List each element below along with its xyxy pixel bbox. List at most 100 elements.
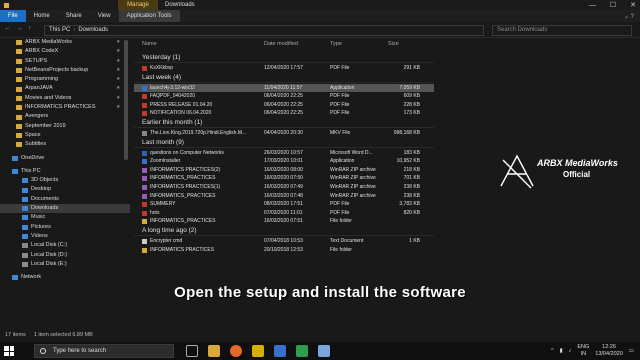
quick-access-toolbar[interactable] xyxy=(0,0,26,10)
file-row[interactable]: NOTIFICATION 06.04.2020 06/04/2020 22:25 P… xyxy=(134,109,434,118)
file-row[interactable]: KsXKkbvp 12/04/2020 17:57 PDF File 291 KB xyxy=(134,64,434,73)
sidebar-item-pc[interactable]: Local Disk (C:) xyxy=(0,241,130,250)
file-row[interactable]: INFORMATICS_PRACTICES 16/03/2020 07:50 Win… xyxy=(134,174,434,183)
network-icon[interactable]: ▮ xyxy=(560,348,563,354)
tab-application-tools[interactable]: Application Tools xyxy=(118,10,180,22)
store-icon[interactable] xyxy=(296,345,308,357)
sidebar-item-pc[interactable]: Local Disk (D:) xyxy=(0,251,130,260)
sidebar-item-pc[interactable]: Music xyxy=(0,213,130,222)
address-bar[interactable]: This PC › Downloads xyxy=(44,25,484,36)
file-row[interactable]: questions on Computer Networks 26/03/2020… xyxy=(134,149,434,158)
file-row[interactable]: INFORMATICS PRACTICES(1) 16/03/2020 07:49… xyxy=(134,183,434,192)
file-row[interactable]: PRESS RELEASE 01.04.20 06/04/2020 22:25 PD… xyxy=(134,101,434,110)
file-type: WinRAR ZIP archive xyxy=(330,183,376,190)
file-name: hots xyxy=(150,209,160,216)
sidebar-item[interactable]: Avengers xyxy=(0,112,130,121)
sidebar-item[interactable]: INFORMATICS PRACTICES ★ xyxy=(0,103,130,112)
back-arrow-icon[interactable]: ← xyxy=(4,25,11,32)
language-indicator[interactable]: ENG IN xyxy=(577,344,589,358)
file-row[interactable]: FAQPDF_04042020 06/04/2020 22:25 PDF File 6… xyxy=(134,92,434,101)
file-date: 06/04/2020 22:25 xyxy=(264,93,303,100)
sidebar-item[interactable]: September 2019 xyxy=(0,122,130,131)
file-row[interactable]: launch4j-3.12-win32 11/04/2020 11:57 Appli… xyxy=(134,83,434,93)
txt-file-icon xyxy=(142,238,147,244)
volume-icon[interactable]: ♪ xyxy=(569,348,572,354)
sidebar-item-onedrive[interactable]: OneDrive xyxy=(0,154,130,163)
up-arrow-icon[interactable]: ↑ xyxy=(28,25,32,32)
group-header[interactable]: Yesterday (1) xyxy=(134,53,434,63)
tab-view[interactable]: View xyxy=(90,10,119,22)
task-view-icon[interactable] xyxy=(186,345,198,357)
file-row[interactable]: INFORMATICS_PRACTICES 16/03/2020 07:51 Fil… xyxy=(134,217,434,226)
sidebar-item[interactable]: ArpanJAVA ★ xyxy=(0,84,130,93)
sidebar-item[interactable]: ARBX CodeX ★ xyxy=(0,47,130,56)
file-name: Encrypter cmd xyxy=(150,237,183,244)
pin-icon: ★ xyxy=(116,85,121,92)
sidebar-item[interactable]: ARBX MediaWorks ★ xyxy=(0,38,130,47)
sidebar-item-label: Music xyxy=(31,214,46,221)
column-size[interactable]: Size xyxy=(388,41,399,47)
file-explorer-icon[interactable] xyxy=(208,345,220,357)
file-name: ZoomInstaller xyxy=(150,158,181,165)
breadcrumb-downloads[interactable]: Downloads xyxy=(78,27,108,33)
file-type: PDF File xyxy=(330,209,350,216)
group-header[interactable]: Last month (9) xyxy=(134,138,434,148)
tab-home[interactable]: Home xyxy=(26,10,58,22)
zip-file-icon xyxy=(142,193,147,199)
sidebar-item-pc[interactable]: Pictures xyxy=(0,223,130,232)
search-input[interactable]: Search Downloads xyxy=(492,25,632,36)
sidebar-item[interactable]: Programming ★ xyxy=(0,75,130,84)
breadcrumb-this-pc[interactable]: This PC xyxy=(49,27,70,33)
sidebar-item-pc[interactable]: Local Disk (E:) xyxy=(0,260,130,269)
sidebar-item-label: ARBX CodeX xyxy=(25,48,59,55)
clock[interactable]: 12:26 13/04/2020 xyxy=(595,344,623,358)
group-header[interactable]: Last week (4) xyxy=(134,73,434,83)
firefox-icon[interactable] xyxy=(230,345,242,357)
mail-icon[interactable] xyxy=(274,345,286,357)
close-button[interactable]: ✕ xyxy=(630,1,636,9)
minimize-button[interactable]: — xyxy=(589,2,596,9)
sidebar-item[interactable]: Subtitles xyxy=(0,140,130,149)
group-header[interactable]: Earlier this month (1) xyxy=(134,118,434,128)
sidebar-item-pc[interactable]: Videos xyxy=(0,232,130,241)
sidebar-item-this-pc[interactable]: This PC xyxy=(0,167,130,176)
file-row[interactable]: The.Lion.King.2019.720p.Hindi.English.M.… xyxy=(134,129,434,138)
sidebar-item-pc[interactable]: 3D Objects xyxy=(0,176,130,185)
installer-icon[interactable] xyxy=(318,345,330,357)
sidebar-item-pc[interactable]: Downloads xyxy=(0,204,130,214)
sidebar-scrollbar[interactable] xyxy=(124,40,128,160)
start-button[interactable] xyxy=(4,346,14,356)
sidebar-item-pc[interactable]: Documents xyxy=(0,195,130,204)
file-row[interactable]: INFORMATICS_PRACTICES 16/03/2020 07:48 Win… xyxy=(134,192,434,201)
notifications-icon[interactable]: ▭ xyxy=(629,348,634,354)
column-name[interactable]: Name xyxy=(142,41,157,47)
maximize-button[interactable]: ☐ xyxy=(610,1,616,9)
file-size: 183 KB xyxy=(403,149,420,156)
group-header[interactable]: A long time ago (2) xyxy=(134,226,434,236)
sidebar-item-pc[interactable]: Desktop xyxy=(0,185,130,194)
chevron-up-icon[interactable]: ^ xyxy=(551,348,554,354)
column-type[interactable]: Type xyxy=(330,41,342,47)
column-date-modified[interactable]: Date modified xyxy=(264,41,298,47)
ribbon-expand-help[interactable]: ⌄ ? xyxy=(624,13,640,20)
file-row[interactable]: SUMMERY 08/03/2020 17:51 PDF File 3,783 KB xyxy=(134,200,434,209)
sidebar-item[interactable]: Space xyxy=(0,131,130,140)
sticky-notes-icon[interactable] xyxy=(252,345,264,357)
drive-icon xyxy=(22,261,28,267)
forward-arrow-icon[interactable]: → xyxy=(16,25,23,32)
pin-icon: ★ xyxy=(116,48,121,55)
tab-file[interactable]: File xyxy=(0,10,26,22)
file-row[interactable]: INFORMATICS PRACTICES 20/10/2018 12:53 Fil… xyxy=(134,246,434,255)
taskbar-search[interactable]: Type here to search xyxy=(34,344,174,358)
file-row[interactable]: Encrypter cmd 07/04/2018 10:53 Text Docume… xyxy=(134,237,434,246)
sidebar-item[interactable]: Movies and Videos ★ xyxy=(0,94,130,103)
chevron-right-icon: › xyxy=(73,27,76,33)
sidebar-item-network[interactable]: Network xyxy=(0,273,130,282)
sidebar-item[interactable]: SETUPS ★ xyxy=(0,57,130,66)
file-row[interactable]: ZoomInstaller 17/03/2020 10:01 Application… xyxy=(134,157,434,166)
file-row[interactable]: INFORMATICS PRACTICES(2) 16/03/2020 08:00… xyxy=(134,166,434,175)
file-row[interactable]: hots 07/03/2020 11:01 PDF File 820 KB xyxy=(134,209,434,218)
sidebar-item[interactable]: NetBeansProjects backup ★ xyxy=(0,66,130,75)
tab-share[interactable]: Share xyxy=(58,10,90,22)
manage-tab[interactable]: Manage xyxy=(118,0,158,10)
